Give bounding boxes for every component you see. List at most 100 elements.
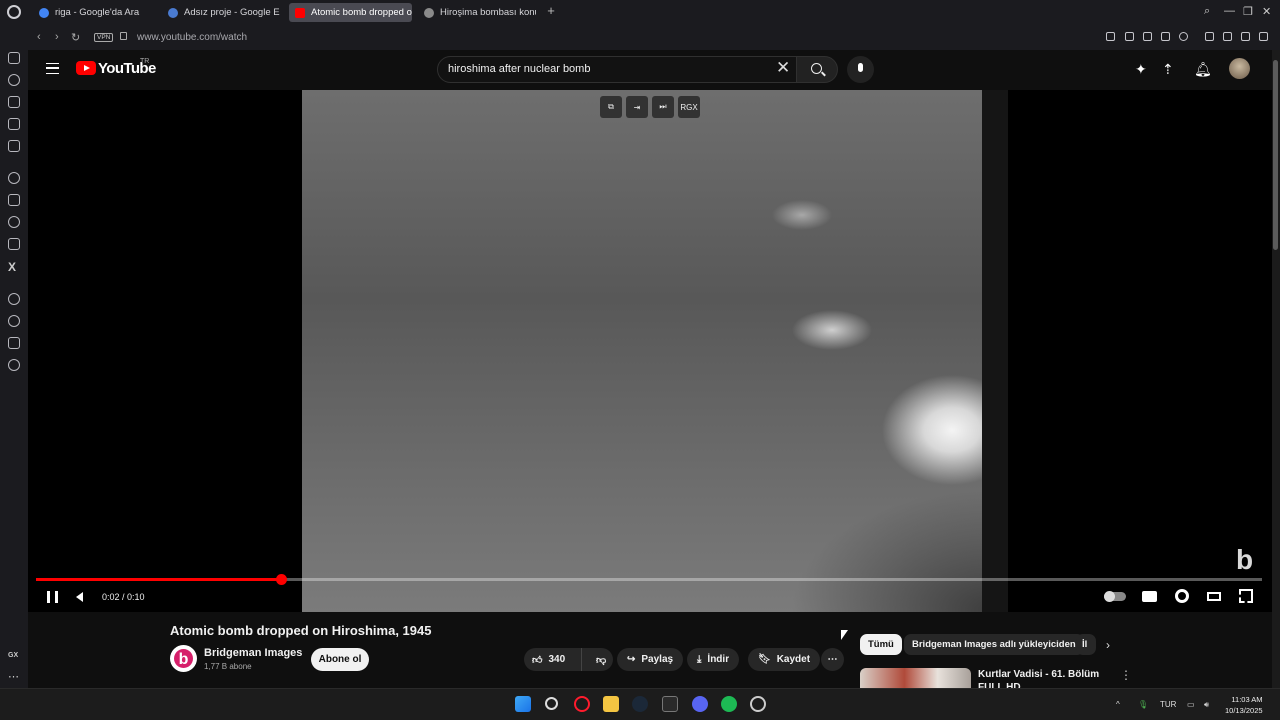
vpn-badge[interactable]: VPN (94, 33, 114, 42)
popout-icon[interactable]: ⧉ (600, 96, 622, 118)
sidebar-extensions-icon[interactable] (8, 337, 20, 349)
chip-all[interactable]: Tümü (860, 634, 902, 655)
sidebar-wallet-icon[interactable] (8, 118, 20, 130)
tray-expand-icon[interactable]: ^ (1116, 700, 1120, 709)
tab-google-earth[interactable]: Adsız proje - Google Earth (162, 3, 280, 22)
shield-icon[interactable] (1143, 32, 1152, 41)
tab-youtube-active[interactable]: Atomic bomb dropped on Hiroshima (289, 3, 412, 22)
save-button[interactable]: 🔖︎ Kaydet (748, 648, 821, 671)
lock-icon[interactable] (120, 32, 127, 40)
download-icon[interactable] (1241, 32, 1250, 41)
subtitles-icon[interactable] (1142, 591, 1157, 602)
voice-search-button[interactable] (847, 56, 874, 83)
network-icon[interactable]: ▭ (1187, 700, 1195, 709)
video-frame[interactable] (302, 90, 982, 612)
pin-icon[interactable] (1106, 32, 1115, 41)
chevron-right-icon[interactable]: › (1106, 638, 1110, 652)
clear-search-icon[interactable]: ✕ (776, 58, 790, 78)
download-button[interactable]: ⤓ İndir (687, 648, 740, 671)
app-icon[interactable] (750, 696, 766, 712)
progress-fill (36, 578, 282, 581)
search-query-text[interactable]: hiroshima after nuclear bomb (448, 63, 590, 75)
skip-icon[interactable]: ⏭ (652, 96, 674, 118)
sidebar-whatsapp-icon[interactable] (8, 216, 20, 228)
sidebar-ai-icon[interactable] (8, 52, 20, 64)
speaker-icon[interactable]: 🔊︎ (1204, 700, 1209, 710)
more-actions-button[interactable]: ⋯ (821, 648, 844, 671)
video-title: Atomic bomb dropped on Hiroshima, 1945 (170, 623, 432, 638)
sidebar-x-icon[interactable]: X (8, 260, 20, 274)
pause-button[interactable] (47, 591, 58, 603)
file-explorer-icon[interactable] (603, 696, 619, 712)
like-button[interactable]: 👍︎ 340 (524, 648, 582, 671)
sidebar-twitch-icon[interactable] (8, 194, 20, 206)
search-tabs-icon[interactable]: ⌕ (1204, 5, 1210, 18)
chip-from-uploader[interactable]: Bridgeman Images adlı yükleyiciden (904, 634, 1084, 655)
tab-hiroshima-location[interactable]: Hiroşima bombası konum (418, 3, 536, 22)
url-field[interactable]: www.youtube.com/watch (137, 32, 247, 43)
youtube-logo-icon[interactable] (76, 61, 96, 75)
tab-google-search[interactable]: riga - Google'da Ara (33, 3, 159, 22)
recommendation-menu-icon[interactable]: ⋮ (1120, 668, 1132, 682)
subscribe-button[interactable]: Abone ol (311, 648, 369, 671)
autoplay-toggle[interactable] (1104, 591, 1126, 602)
channel-name[interactable]: Bridgeman Images (204, 647, 302, 659)
create-icon[interactable]: ✦ (1135, 61, 1147, 78)
discord-icon[interactable] (692, 696, 708, 712)
menu-icon[interactable] (1259, 32, 1268, 41)
language-indicator[interactable]: TUR (1160, 700, 1176, 709)
back-icon[interactable]: ‹ (37, 31, 41, 43)
theater-mode-icon[interactable] (1207, 592, 1221, 601)
reload-icon[interactable]: ↻ (71, 31, 80, 44)
opera-gx-icon[interactable] (574, 696, 590, 712)
channel-watermark[interactable]: b (1236, 544, 1253, 576)
account-icon[interactable] (1223, 32, 1232, 41)
microphone-icon[interactable]: 🎙︎ (1138, 700, 1148, 709)
sidebar-instagram-icon[interactable] (8, 238, 20, 250)
sidebar-player-icon[interactable] (8, 293, 20, 305)
epic-games-icon[interactable] (662, 696, 678, 712)
spotify-icon[interactable] (721, 696, 737, 712)
opera-logo-icon[interactable] (7, 5, 21, 19)
settings-gear-icon[interactable] (1175, 589, 1189, 603)
sidebar-more-icon[interactable]: ⋯ (8, 670, 19, 683)
close-icon[interactable]: ✕ (1262, 5, 1271, 18)
chip-related[interactable]: İl (1076, 634, 1096, 655)
sidebar-settings-icon[interactable] (8, 359, 20, 371)
recommendation-thumbnail[interactable] (860, 668, 971, 688)
share-button[interactable]: ↪ Paylaş (617, 648, 684, 671)
upload-icon[interactable]: ⇡ (1162, 61, 1174, 78)
heart-icon[interactable] (1179, 32, 1188, 41)
windows-start-icon[interactable] (515, 696, 531, 712)
sidebar-arrow-icon[interactable] (8, 172, 20, 184)
new-tab-icon[interactable]: + (545, 4, 557, 17)
search-button[interactable] (796, 56, 838, 83)
progress-bar[interactable] (36, 574, 1262, 585)
steam-icon[interactable] (632, 696, 648, 712)
sidebar-m-icon[interactable] (8, 140, 20, 152)
tab-label: Hiroşima bombası konum (440, 7, 536, 18)
scrollbar-thumb[interactable] (1273, 60, 1278, 250)
restore-icon[interactable]: ❐ (1243, 5, 1253, 18)
avatar[interactable] (1229, 58, 1250, 79)
sidebar-gaming-icon[interactable] (8, 96, 20, 108)
detach-icon[interactable]: ⇥ (626, 96, 648, 118)
sidebar-history-icon[interactable] (8, 315, 20, 327)
volume-icon[interactable] (76, 592, 83, 602)
rgx-button[interactable]: RGX (678, 96, 700, 118)
channel-avatar[interactable] (170, 645, 197, 672)
system-clock[interactable]: 11:03 AM 10/13/2025 (1225, 694, 1263, 716)
snapshot-icon[interactable] (1125, 32, 1134, 41)
extensions-icon[interactable] (1205, 32, 1214, 41)
taskbar-search-icon[interactable] (545, 697, 558, 710)
search-icon (811, 63, 822, 74)
sidebar-speed-dial-icon[interactable] (8, 74, 20, 86)
minimize-icon[interactable]: — (1224, 5, 1235, 17)
notifications-bell-icon[interactable]: 🔔︎ (1194, 61, 1212, 78)
dislike-button[interactable]: 👎︎ (588, 654, 606, 666)
sidebar-gx-label[interactable]: GX (8, 652, 18, 659)
send-icon[interactable] (1161, 32, 1170, 41)
recommendation-title[interactable]: Kurtlar Vadisi - 61. Bölüm FULL HD (978, 668, 1118, 688)
hamburger-menu-icon[interactable] (46, 63, 59, 74)
forward-icon[interactable]: › (55, 31, 59, 43)
